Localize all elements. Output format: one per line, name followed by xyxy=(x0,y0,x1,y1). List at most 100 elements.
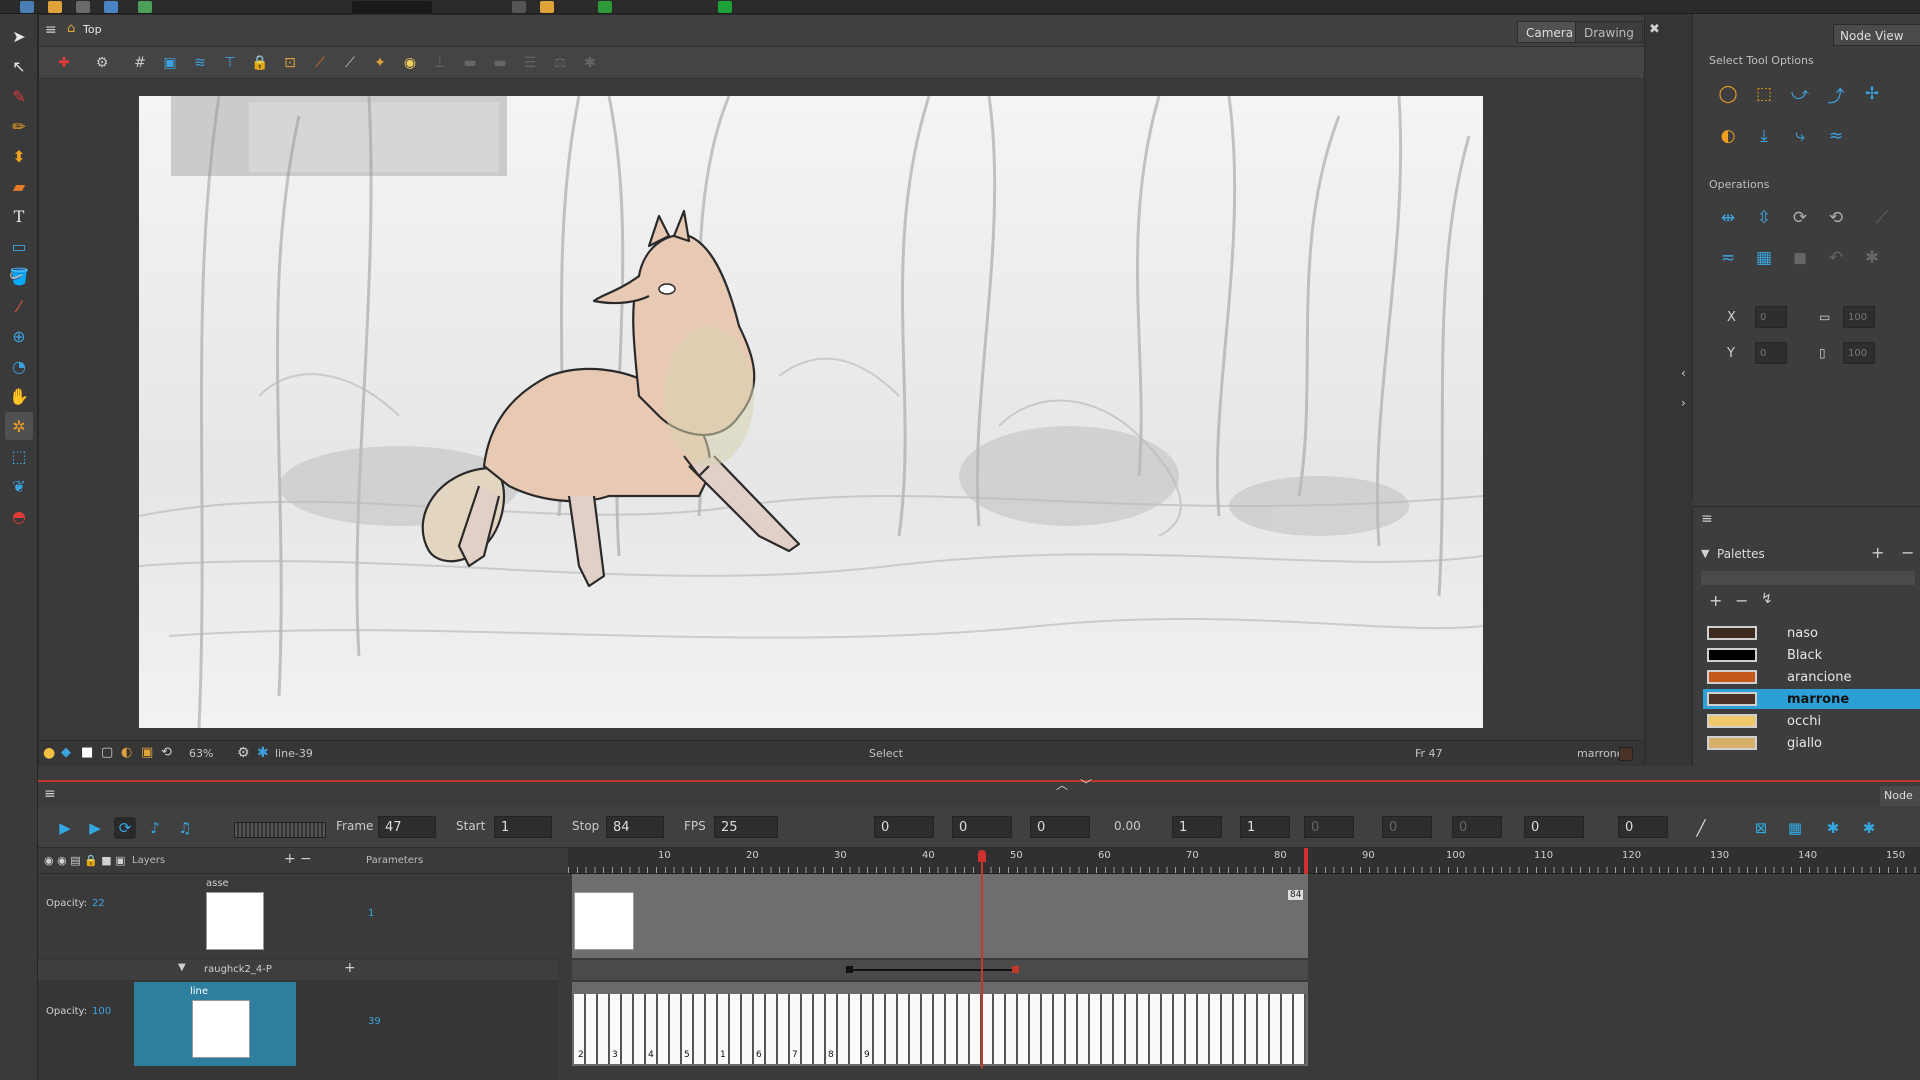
layer-row-line[interactable]: line Opacity: 100 39 xyxy=(38,982,558,1066)
expand-down-icon[interactable]: ﹀ xyxy=(1080,776,1092,793)
palette-list[interactable] xyxy=(1701,571,1915,585)
add-pivot-icon[interactable]: ✚ xyxy=(53,53,75,73)
snap-contour-icon[interactable]: ⤻ xyxy=(1785,80,1815,108)
light-bulb-icon[interactable]: ● xyxy=(43,745,55,761)
scene-icon[interactable] xyxy=(138,1,152,13)
color-swatch-giallo[interactable]: giallo xyxy=(1703,733,1920,753)
opacity-value[interactable]: 22 xyxy=(92,898,105,909)
edit-color-icon[interactable]: ↯ xyxy=(1761,591,1773,607)
field-e[interactable]: 1 xyxy=(1240,816,1290,838)
sound-scrub-icon[interactable]: ♫ xyxy=(174,817,196,839)
current-color-swatch[interactable] xyxy=(1619,747,1633,761)
panel-menu-icon[interactable]: ≡ xyxy=(1701,511,1713,527)
text-tool-icon[interactable]: T xyxy=(5,202,33,230)
node-tab[interactable]: Node xyxy=(1880,786,1920,806)
collapse-left-icon[interactable]: ‹ xyxy=(1681,366,1686,380)
flip-horizontal-icon[interactable]: ⇹ xyxy=(1713,204,1743,232)
xsheet-frames[interactable]: 10 20 30 40 50 60 70 80 90 100 110 120 1… xyxy=(568,848,1920,1080)
expand-group-icon[interactable]: ▼ xyxy=(178,962,186,973)
grid-icon[interactable]: # xyxy=(129,53,151,73)
x-field[interactable]: 0 xyxy=(1755,306,1787,328)
bone-icon[interactable]: ◓ xyxy=(5,502,33,530)
color-swatch-occhi[interactable]: occhi xyxy=(1703,711,1920,731)
open-icon[interactable] xyxy=(48,1,62,13)
field-d[interactable]: 1 xyxy=(1172,816,1222,838)
stop-marker[interactable] xyxy=(1304,848,1308,874)
brush-icon[interactable]: ✎ xyxy=(5,82,33,110)
snap-align-icon[interactable]: ✢ xyxy=(1857,80,1887,108)
remove-layer-icon[interactable]: − xyxy=(300,851,312,867)
node-view-tab[interactable]: Node View xyxy=(1833,24,1920,46)
add-palette-icon[interactable]: + xyxy=(1871,543,1884,562)
collapse-triangle-icon[interactable]: ▼ xyxy=(1701,547,1709,560)
frame-icon[interactable]: ■ xyxy=(81,745,93,760)
y-field[interactable]: 0 xyxy=(1755,342,1787,364)
add-sublayer-icon[interactable]: + xyxy=(344,960,356,976)
add-layer-icon[interactable]: + xyxy=(284,851,296,867)
remove-palette-icon[interactable]: − xyxy=(1901,543,1914,562)
layer-toggles-icon[interactable]: ◉ ◉ ▤ 🔒 ■ ▣ xyxy=(44,854,126,867)
play-icon[interactable]: ▶ xyxy=(54,817,76,839)
expand-up-icon[interactable]: ︿ xyxy=(1056,776,1068,793)
breadcrumb[interactable]: Top xyxy=(83,23,102,36)
stamp-icon[interactable]: ⬍ xyxy=(5,142,33,170)
layer-name[interactable]: asse xyxy=(206,878,229,889)
field-a[interactable]: 0 xyxy=(874,816,934,838)
flip-vertical-icon[interactable]: ⇳ xyxy=(1749,204,1779,232)
dropper-icon[interactable]: ⁄ xyxy=(5,292,33,320)
timeline-menu-icon[interactable]: ≡ xyxy=(44,786,56,802)
contour-editor-icon[interactable]: ↖ xyxy=(5,52,33,80)
field-h[interactable]: 0 xyxy=(1452,816,1502,838)
guide-icon[interactable]: ⟋ xyxy=(339,53,361,73)
hand-icon[interactable]: ✋ xyxy=(5,382,33,410)
field-j[interactable]: 0 xyxy=(1618,816,1668,838)
panel-divider[interactable]: ✖ ‹ › xyxy=(1644,14,1692,766)
z-value[interactable]: 0.00 xyxy=(1114,819,1141,833)
preview-icon[interactable] xyxy=(598,1,612,13)
field-i[interactable]: 0 xyxy=(1524,816,1584,838)
lock-status-icon[interactable]: ▣ xyxy=(141,745,153,760)
frame-ruler[interactable]: 10 20 30 40 50 60 70 80 90 100 110 120 1… xyxy=(568,848,1920,874)
lock-icon[interactable]: 🔒 xyxy=(249,53,271,73)
play-icon[interactable] xyxy=(718,1,732,13)
keyframe-icon[interactable]: ⊠ xyxy=(1750,817,1772,839)
field-b[interactable]: 0 xyxy=(952,816,1012,838)
group-frame-row[interactable] xyxy=(572,960,1308,980)
canvas-area[interactable] xyxy=(39,80,1645,740)
rotate-cw-icon[interactable]: ⟳ xyxy=(1785,204,1815,232)
pivot-icon[interactable]: ⊕ xyxy=(5,322,33,350)
close-view-icon[interactable]: ✖ xyxy=(1649,22,1660,37)
light-table-icon[interactable]: ▣ xyxy=(159,53,181,73)
workspace-dropdown[interactable] xyxy=(352,1,432,13)
asse-cell-thumbnail[interactable] xyxy=(574,892,634,950)
field-c[interactable]: 0 xyxy=(1030,816,1090,838)
playhead-marker[interactable] xyxy=(978,850,986,862)
lasso-icon[interactable]: ◯ xyxy=(1713,80,1743,108)
tab-drawing[interactable]: Drawing xyxy=(1575,21,1643,43)
remove-color-icon[interactable]: − xyxy=(1735,591,1748,610)
shift-trace-icon[interactable]: ✦ xyxy=(369,53,391,73)
tab-camera[interactable]: Camera xyxy=(1517,21,1583,43)
snap-grid-icon[interactable]: ⤴ xyxy=(1821,80,1851,108)
layer-name[interactable]: raughck2_4-P xyxy=(204,964,272,975)
layer-row-raughck2[interactable]: ▼ raughck2_4-P + xyxy=(38,960,558,980)
color-swatch-naso[interactable]: naso xyxy=(1703,623,1920,643)
home-icon[interactable]: ⌂ xyxy=(67,21,75,36)
pencil-icon[interactable]: ✏ xyxy=(5,112,33,140)
morph-icon[interactable]: ◔ xyxy=(5,352,33,380)
reset-view-icon[interactable]: ⟲ xyxy=(161,745,172,760)
key-add-icon[interactable]: ▦ xyxy=(1784,817,1806,839)
field-g[interactable]: 0 xyxy=(1382,816,1432,838)
select-by-color-icon[interactable]: ◐ xyxy=(1713,122,1743,150)
onion-skin-icon[interactable]: ≋ xyxy=(189,53,211,73)
camera-mask-icon[interactable]: ◆ xyxy=(61,745,71,760)
playhead-line[interactable] xyxy=(981,862,983,1068)
lock-all-icon[interactable]: ⊡ xyxy=(279,53,301,73)
speed-slider[interactable] xyxy=(234,822,326,838)
drawing-icon[interactable]: ✱ xyxy=(257,745,269,761)
marquee-icon[interactable]: ⬚ xyxy=(1749,80,1779,108)
field-f[interactable]: 0 xyxy=(1304,816,1354,838)
add-color-icon[interactable]: + xyxy=(1709,591,1722,610)
line-frame-row[interactable]: 2 3 4 5 1 6 7 8 9 xyxy=(572,982,1308,1066)
paint-icon[interactable]: 🪣 xyxy=(5,262,33,290)
